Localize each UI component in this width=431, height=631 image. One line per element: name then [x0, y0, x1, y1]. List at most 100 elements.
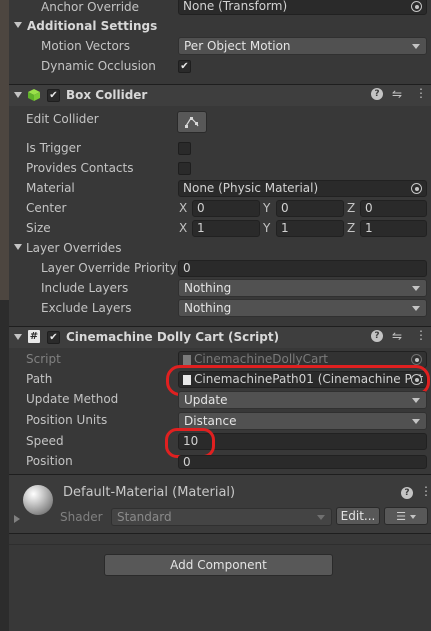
left-edge-strip — [0, 0, 9, 631]
update-method-dropdown[interactable]: Update — [178, 391, 427, 409]
center-x-label: X — [179, 201, 188, 215]
layer-override-priority-label: Layer Override Priority — [41, 261, 177, 275]
path-label: Path — [26, 372, 53, 386]
provides-contacts-label: Provides Contacts — [26, 161, 134, 175]
dolly-cart-header[interactable]: # ✔ Cinemachine Dolly Cart (Script) ? ⇋ … — [9, 326, 431, 348]
speed-label: Speed — [26, 434, 64, 448]
motion-vectors-label: Motion Vectors — [41, 39, 130, 53]
chevron-down-icon — [412, 398, 420, 403]
size-y-label: Y — [263, 221, 271, 235]
foldout-arrow-icon[interactable] — [14, 92, 22, 98]
chevron-down-icon — [317, 515, 325, 520]
foldout-arrow-icon[interactable] — [14, 22, 22, 28]
foldout-arrow-icon[interactable] — [14, 244, 22, 250]
script-value: CinemachineDollyCart — [194, 352, 328, 366]
position-units-label: Position Units — [26, 413, 108, 427]
dolly-cart-title: Cinemachine Dolly Cart (Script) — [66, 330, 280, 344]
size-z-label: Z — [347, 221, 356, 235]
exclude-layers-label: Exclude Layers — [41, 301, 132, 315]
chevron-down-icon — [412, 419, 420, 424]
help-icon[interactable]: ? — [371, 88, 383, 100]
include-layers-value: Nothing — [184, 281, 232, 295]
help-icon[interactable]: ? — [371, 330, 383, 342]
foldout-arrow-icon[interactable] — [14, 334, 22, 340]
object-picker-icon[interactable] — [411, 1, 422, 12]
material-title: Default-Material (Material) — [63, 485, 236, 500]
dynamic-occlusion-label: Dynamic Occlusion — [41, 59, 156, 73]
center-y-label: Y — [263, 201, 271, 215]
center-label: Center — [26, 201, 67, 215]
position-units-dropdown[interactable]: Distance — [178, 412, 427, 430]
scene-edge — [0, 0, 9, 300]
center-y-field[interactable]: 0 — [276, 200, 344, 217]
edit-collider-button[interactable] — [177, 111, 207, 133]
shader-edit-button[interactable]: Edit... — [336, 507, 380, 525]
include-layers-dropdown[interactable]: Nothing — [178, 279, 427, 297]
script-label: Script — [26, 352, 61, 366]
shader-label: Shader — [60, 510, 103, 524]
add-component-button[interactable]: Add Component — [104, 554, 333, 576]
help-icon[interactable]: ? — [401, 487, 413, 499]
chevron-down-icon — [412, 286, 420, 291]
anchor-override-label: Anchor Override — [41, 0, 140, 14]
chevron-down-icon — [412, 306, 420, 311]
size-x-label: X — [179, 221, 188, 235]
context-menu-icon[interactable]: ⋮ — [420, 484, 431, 498]
anchor-override-field[interactable]: None (Transform) — [178, 0, 427, 15]
center-x-field[interactable]: 0 — [192, 200, 260, 217]
box-collider-header[interactable]: ✔ Box Collider ? ⇋ ⋮ — [9, 84, 431, 106]
layer-overrides-foldout[interactable]: Layer Overrides — [26, 241, 121, 255]
is-trigger-label: Is Trigger — [26, 141, 81, 155]
shader-value: Standard — [117, 510, 172, 524]
size-x-field[interactable]: 1 — [192, 220, 260, 237]
context-menu-icon[interactable]: ⋮ — [415, 86, 427, 100]
additional-settings-foldout[interactable]: Additional Settings — [27, 19, 157, 33]
script-file-icon — [183, 354, 191, 365]
update-method-value: Update — [184, 393, 228, 407]
is-trigger-checkbox[interactable] — [178, 142, 191, 155]
exclude-layers-dropdown[interactable]: Nothing — [178, 299, 427, 317]
include-layers-label: Include Layers — [41, 281, 129, 295]
anchor-override-value: None (Transform) — [183, 0, 288, 13]
provides-contacts-checkbox[interactable] — [178, 162, 191, 175]
position-field[interactable]: 0 — [178, 455, 427, 469]
center-z-field[interactable]: 0 — [360, 200, 427, 217]
shader-dropdown[interactable]: Standard — [111, 508, 332, 526]
context-menu-icon[interactable]: ⋮ — [415, 328, 427, 342]
position-units-value: Distance — [184, 414, 237, 428]
script-file-icon: # — [28, 330, 40, 343]
material-foldout-icon[interactable] — [14, 515, 20, 523]
size-label: Size — [26, 221, 51, 235]
section-divider — [9, 533, 431, 534]
presets-icon[interactable]: ⇋ — [392, 87, 402, 101]
list-icon: ☰ — [396, 510, 406, 523]
size-y-field[interactable]: 1 — [276, 220, 344, 237]
motion-vectors-value: Per Object Motion — [184, 39, 291, 53]
material-label: Material — [26, 181, 75, 195]
exclude-layers-value: Nothing — [184, 301, 232, 315]
update-method-label: Update Method — [26, 392, 119, 406]
shader-menu-button[interactable]: ☰ — [384, 507, 428, 525]
dynamic-occlusion-checkbox[interactable]: ✔ — [178, 60, 191, 73]
speed-highlight-annotation — [165, 428, 215, 458]
edit-collider-label: Edit Collider — [26, 112, 99, 126]
presets-icon[interactable]: ⇋ — [392, 329, 402, 343]
material-value: None (Physic Material) — [183, 181, 319, 195]
layer-override-priority-field[interactable]: 0 — [178, 260, 427, 277]
edit-collider-icon — [185, 117, 199, 128]
dolly-cart-enabled-checkbox[interactable]: ✔ — [47, 331, 60, 344]
center-z-label: Z — [347, 201, 356, 215]
box-collider-title: Box Collider — [66, 88, 148, 102]
size-z-field[interactable]: 1 — [360, 220, 427, 237]
inspector-panel: Anchor Override None (Transform) Additio… — [9, 0, 431, 631]
chevron-down-icon — [412, 44, 420, 49]
position-label: Position — [26, 454, 73, 468]
chevron-down-icon — [409, 514, 416, 519]
speed-field[interactable]: 10 — [178, 433, 427, 450]
object-picker-icon — [411, 354, 422, 365]
box-collider-enabled-checkbox[interactable]: ✔ — [47, 89, 60, 102]
motion-vectors-dropdown[interactable]: Per Object Motion — [178, 37, 427, 55]
section-divider — [9, 544, 431, 545]
object-picker-icon[interactable] — [411, 183, 422, 194]
material-field[interactable]: None (Physic Material) — [178, 180, 427, 197]
